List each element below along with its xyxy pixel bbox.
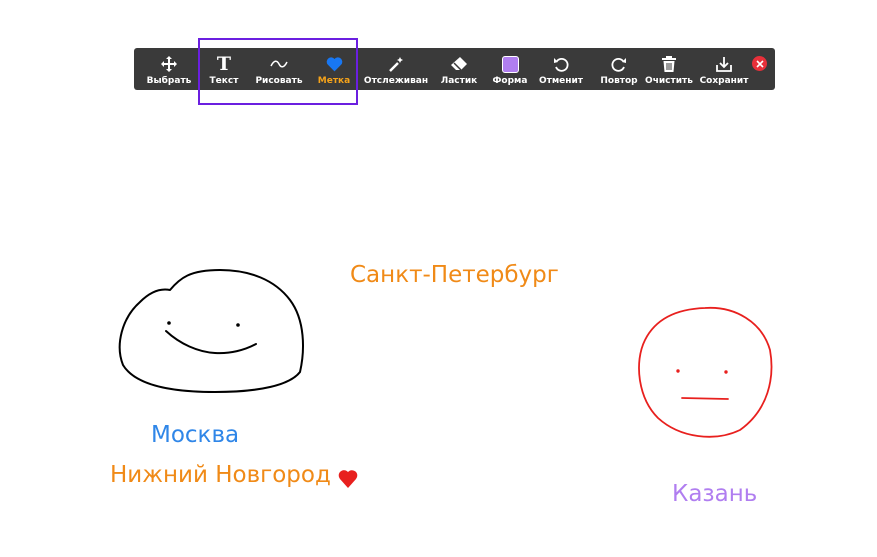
label-saint-petersburg: Санкт-Петербург [350,262,559,288]
label-kazan: Казань [672,481,758,507]
label-nizhny-novgorod: Нижний Новгород [110,462,331,488]
red-face-drawing [638,307,773,438]
label-moscow: Москва [151,422,240,448]
heart-stamp-mark [338,470,358,488]
black-face-drawing [118,269,304,393]
